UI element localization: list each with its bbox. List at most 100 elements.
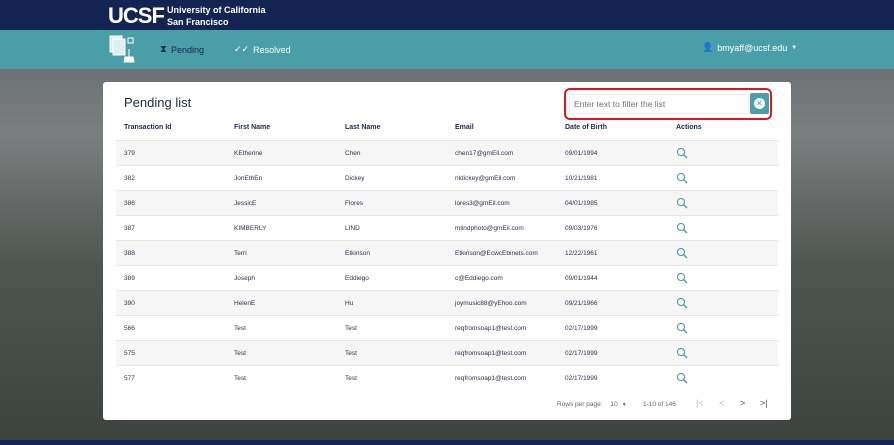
view-details-search-icon[interactable] xyxy=(676,147,688,159)
cell-first-name: KIMBERLY xyxy=(234,224,267,232)
cell-dob: 12/22/1961 xyxy=(565,249,598,257)
rows-per-page: Rows per page: 10 ▼ xyxy=(557,401,627,408)
cell-email: c@Eddiego.com xyxy=(455,274,503,282)
table-row: 387 KIMBERLY LIND mlindphoto@gmEil.com 09/03… xyxy=(116,215,778,240)
table-header: Transaction Id First Name Last Name Emai… xyxy=(116,120,778,134)
cell-last-name: Etkinson xyxy=(345,249,370,257)
prev-page-button[interactable]: < xyxy=(719,398,724,408)
cell-transaction-id: 577 xyxy=(124,374,135,382)
view-details-search-icon[interactable] xyxy=(676,372,688,384)
cell-first-name: HelenE xyxy=(234,299,256,307)
view-details-search-icon[interactable] xyxy=(676,222,688,234)
view-details-search-icon[interactable] xyxy=(676,272,688,284)
cell-last-name: Chen xyxy=(345,149,361,157)
cell-last-name: Flores xyxy=(345,199,364,207)
cell-email: lores3@gmEil.com xyxy=(455,199,510,207)
hourglass-icon: ⧗ xyxy=(160,44,168,55)
user-icon: 👤 xyxy=(702,42,714,52)
user-email: bmyaff@ucsf.edu xyxy=(717,42,788,53)
cell-transaction-id: 386 xyxy=(124,199,135,207)
cell-transaction-id: 388 xyxy=(124,249,135,257)
top-header: UCSF University of California San Franci… xyxy=(0,0,894,30)
view-details-search-icon[interactable] xyxy=(676,322,688,334)
col-email[interactable]: Email xyxy=(455,124,474,131)
cell-first-name: Joseph xyxy=(234,274,255,282)
cell-dob: 04/01/1985 xyxy=(565,199,598,207)
cell-last-name: Eddiego xyxy=(345,274,369,282)
cell-first-name: Test xyxy=(234,324,246,332)
view-details-search-icon[interactable] xyxy=(676,347,688,359)
nav-pending[interactable]: ⧗ Pending xyxy=(160,44,204,55)
cell-transaction-id: 387 xyxy=(124,224,135,232)
table-row: 575 Test Test reqfromsoap1@test.com 02/17/19… xyxy=(116,340,778,365)
cell-dob: 09/21/1966 xyxy=(565,299,598,307)
table-row: 390 HelenE Hu joymusic88@yEhoo.com 09/21/196… xyxy=(116,290,778,315)
cell-dob: 09/01/1944 xyxy=(565,274,598,282)
view-details-search-icon[interactable] xyxy=(676,172,688,184)
nav-pending-label: Pending xyxy=(171,44,205,55)
clear-filter-button[interactable]: ✕ xyxy=(750,93,769,114)
cell-email: Etkinson@EcwcEbinets.com xyxy=(455,249,538,257)
rows-per-page-label: Rows per page: xyxy=(557,401,603,408)
cell-last-name: Hu xyxy=(345,299,354,307)
cell-email: reqfromsoap1@test.com xyxy=(455,374,527,382)
cell-transaction-id: 390 xyxy=(124,299,135,307)
view-details-search-icon[interactable] xyxy=(676,297,688,309)
pending-list-card: Pending list ✕ Transaction Id First Name… xyxy=(103,82,791,420)
cell-last-name: Test xyxy=(345,349,357,357)
page-title: Pending list xyxy=(124,95,192,110)
cell-first-name: JessicE xyxy=(234,199,257,207)
page-range: 1-10 of 146 xyxy=(643,401,676,408)
university-name: University of California San Francisco xyxy=(167,4,266,28)
cell-first-name: JonEthEn xyxy=(234,174,263,182)
rows-per-page-select[interactable]: 10 xyxy=(611,401,618,408)
col-transaction-id[interactable]: Transaction Id xyxy=(124,124,171,131)
cell-transaction-id: 575 xyxy=(124,349,135,357)
cell-first-name: Test xyxy=(234,374,246,382)
col-last-name[interactable]: Last Name xyxy=(345,124,380,131)
cell-dob: 02/17/1999 xyxy=(565,349,598,357)
ucsf-logo[interactable]: UCSF xyxy=(108,3,165,29)
nav-resolved[interactable]: ✓✓ Resolved xyxy=(234,44,291,55)
filter-input[interactable] xyxy=(569,94,749,114)
cell-first-name: Test xyxy=(234,349,246,357)
cell-transaction-id: 389 xyxy=(124,274,135,282)
table-row: 566 Test Test reqfromsoap1@test.com 02/17/19… xyxy=(116,315,778,340)
app-logo-icon[interactable] xyxy=(109,35,135,63)
first-page-button[interactable]: |< xyxy=(696,398,704,408)
cell-dob: 02/17/1999 xyxy=(565,324,598,332)
footer-bar xyxy=(0,440,894,445)
cell-first-name: KEtherine xyxy=(234,149,263,157)
cell-email: mlindphoto@gmEil.com xyxy=(455,224,524,232)
cell-last-name: Dickey xyxy=(345,174,365,182)
cell-email: nldickey@gmEil.com xyxy=(455,174,516,182)
cell-email: chen17@gmEil.com xyxy=(455,149,514,157)
university-line2: San Francisco xyxy=(167,17,229,27)
table-row: 577 Test Test reqfromsoap1@test.com 02/17/19… xyxy=(116,365,778,390)
caret-down-icon: ▼ xyxy=(791,44,798,51)
cell-last-name: LIND xyxy=(345,224,360,232)
cell-transaction-id: 379 xyxy=(124,149,135,157)
col-first-name[interactable]: First Name xyxy=(234,124,270,131)
cell-dob: 09/01/1994 xyxy=(565,149,598,157)
cell-dob: 02/17/1999 xyxy=(565,374,598,382)
last-page-button[interactable]: >| xyxy=(760,398,768,408)
caret-down-icon[interactable]: ▼ xyxy=(622,402,627,408)
cell-transaction-id: 566 xyxy=(124,324,135,332)
cell-email: reqfromsoap1@test.com xyxy=(455,349,527,357)
cell-first-name: Terri xyxy=(234,249,247,257)
view-details-search-icon[interactable] xyxy=(676,247,688,259)
user-menu[interactable]: 👤 bmyaff@ucsf.edu ▼ xyxy=(702,42,797,53)
next-page-button[interactable]: > xyxy=(740,398,745,408)
col-dob[interactable]: Date of Birth xyxy=(565,124,607,131)
double-check-icon: ✓✓ xyxy=(234,44,250,54)
table-row: 386 JessicE Flores lores3@gmEil.com 04/01/19… xyxy=(116,190,778,215)
table-row: 379 KEtherine Chen chen17@gmEil.com 09/01/19… xyxy=(116,140,778,165)
close-icon: ✕ xyxy=(754,98,765,109)
col-actions: Actions xyxy=(676,123,702,131)
cell-last-name: Test xyxy=(345,374,357,382)
nav-resolved-label: Resolved xyxy=(253,44,291,55)
filter-box: ✕ xyxy=(564,88,772,120)
table-row: 382 JonEthEn Dickey nldickey@gmEil.com 10/21… xyxy=(116,165,778,190)
view-details-search-icon[interactable] xyxy=(676,197,688,209)
